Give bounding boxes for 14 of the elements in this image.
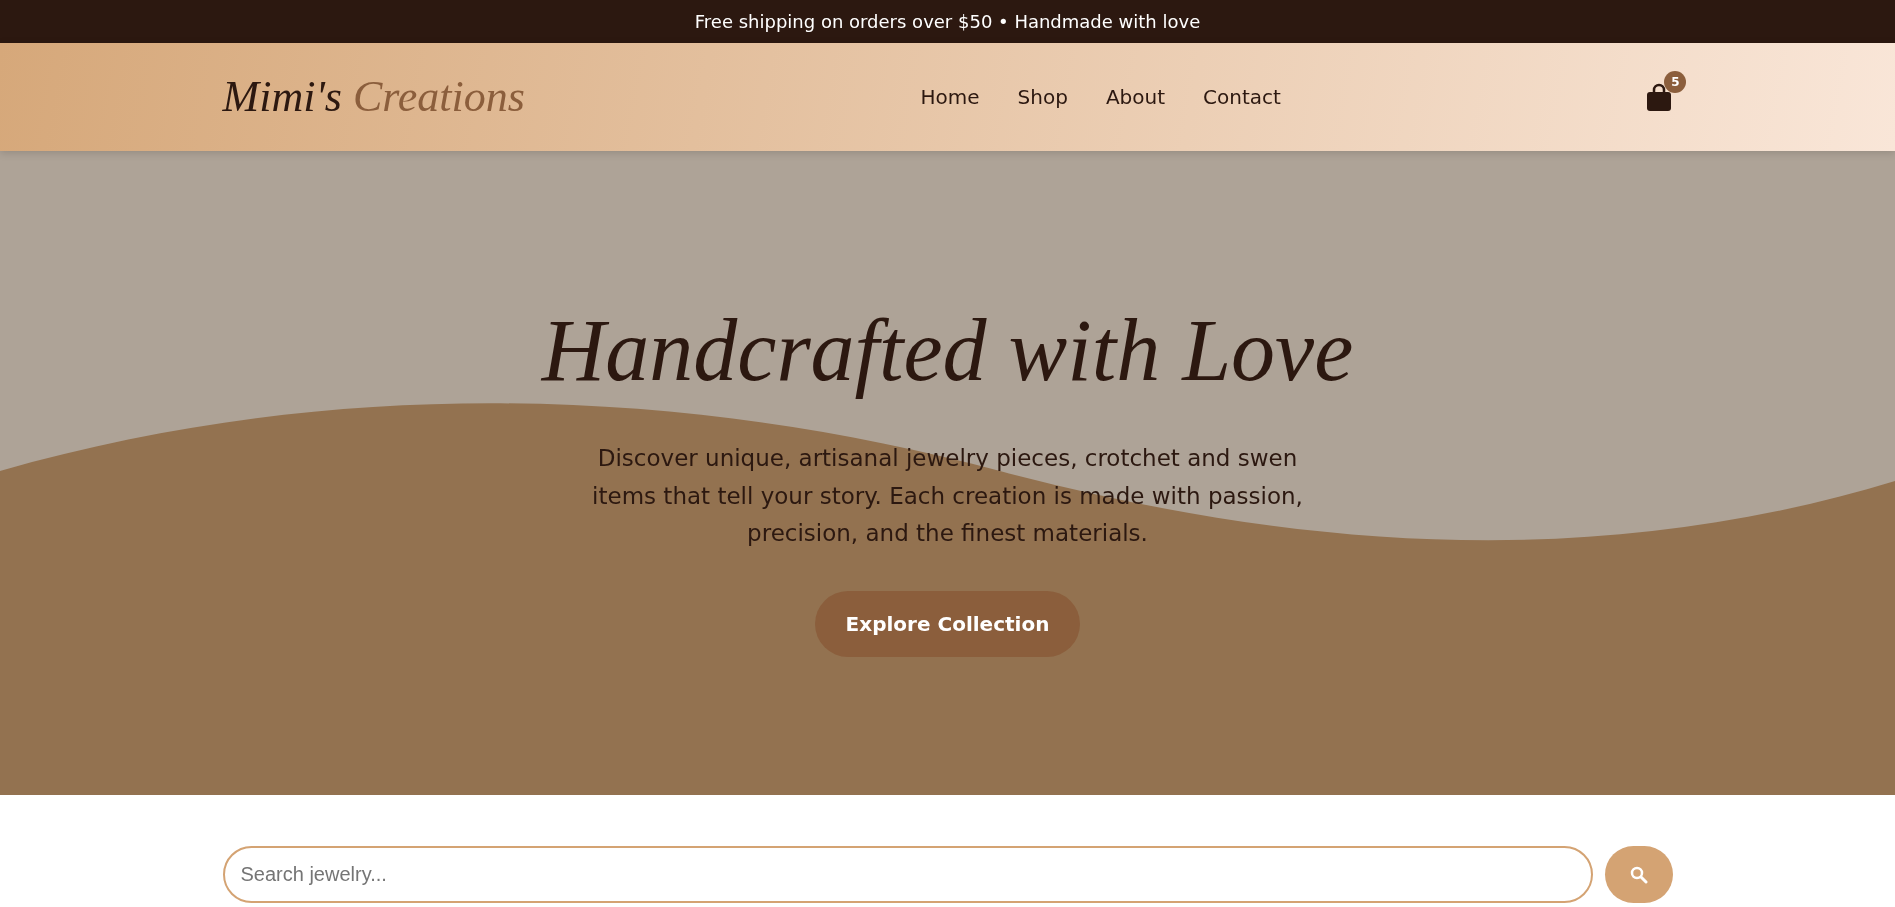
- cart-count-badge: 5: [1664, 71, 1687, 93]
- nav-link[interactable]: About: [1105, 82, 1166, 112]
- announcement-text: Free shipping on orders over $50 • Handmade with love: [694, 10, 1201, 34]
- cart-button[interactable]: 5: [1646, 71, 1687, 111]
- logo[interactable]: Mimi's Creations: [222, 64, 525, 130]
- nav-link[interactable]: Shop: [1017, 82, 1068, 112]
- explore-collection-button[interactable]: Explore Collection: [815, 591, 1080, 658]
- hero-title: Handcrafted with Love: [540, 301, 1355, 401]
- nav-link[interactable]: Home: [920, 82, 980, 112]
- shopping-bag-icon: [1646, 83, 1673, 111]
- nav-link[interactable]: Contact: [1203, 82, 1281, 112]
- search-field[interactable]: Search jewelry...: [222, 846, 1593, 903]
- search-icon: [1629, 865, 1648, 884]
- search-button[interactable]: [1604, 846, 1673, 903]
